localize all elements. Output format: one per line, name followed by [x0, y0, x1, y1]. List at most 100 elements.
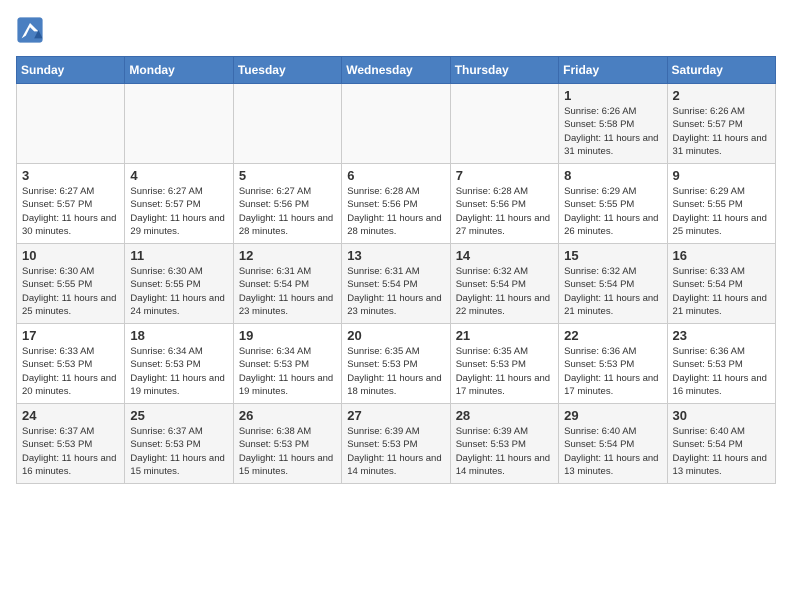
day-info: Sunrise: 6:34 AM Sunset: 5:53 PM Dayligh…	[130, 345, 227, 398]
day-info: Sunrise: 6:39 AM Sunset: 5:53 PM Dayligh…	[456, 425, 553, 478]
day-number: 8	[564, 168, 661, 183]
weekday-header: Saturday	[667, 57, 775, 84]
calendar-cell	[17, 84, 125, 164]
day-number: 1	[564, 88, 661, 103]
day-info: Sunrise: 6:30 AM Sunset: 5:55 PM Dayligh…	[130, 265, 227, 318]
calendar-cell: 22 Sunrise: 6:36 AM Sunset: 5:53 PM Dayli…	[559, 324, 667, 404]
weekday-header: Sunday	[17, 57, 125, 84]
day-number: 16	[673, 248, 770, 263]
calendar-cell: 14 Sunrise: 6:32 AM Sunset: 5:54 PM Dayli…	[450, 244, 558, 324]
day-number: 17	[22, 328, 119, 343]
day-info: Sunrise: 6:34 AM Sunset: 5:53 PM Dayligh…	[239, 345, 336, 398]
weekday-header: Thursday	[450, 57, 558, 84]
calendar-cell: 3 Sunrise: 6:27 AM Sunset: 5:57 PM Daylig…	[17, 164, 125, 244]
day-number: 4	[130, 168, 227, 183]
calendar-cell: 26Sunrise: 6:38 AM Sunset: 5:53 PM Dayli…	[233, 404, 341, 484]
calendar-cell: 25Sunrise: 6:37 AM Sunset: 5:53 PM Dayli…	[125, 404, 233, 484]
calendar-cell: 1 Sunrise: 6:26 AM Sunset: 5:58 PM Daylig…	[559, 84, 667, 164]
day-number: 18	[130, 328, 227, 343]
day-info: Sunrise: 6:30 AM Sunset: 5:55 PM Dayligh…	[22, 265, 119, 318]
day-number: 29	[564, 408, 661, 423]
calendar-cell: 24 Sunrise: 6:37 AM Sunset: 5:53 PM Dayli…	[17, 404, 125, 484]
day-info: Sunrise: 6:40 AM Sunset: 5:54 PM Dayligh…	[564, 425, 661, 478]
calendar-week-row: 3 Sunrise: 6:27 AM Sunset: 5:57 PM Daylig…	[17, 164, 776, 244]
weekday-header: Monday	[125, 57, 233, 84]
day-number: 12	[239, 248, 336, 263]
calendar-week-row: 1 Sunrise: 6:26 AM Sunset: 5:58 PM Daylig…	[17, 84, 776, 164]
day-info: Sunrise: 6:39 AM Sunset: 5:53 PM Dayligh…	[347, 425, 444, 478]
weekday-header: Wednesday	[342, 57, 450, 84]
logo-icon	[16, 16, 44, 44]
day-number: 30	[673, 408, 770, 423]
calendar-cell: 17 Sunrise: 6:33 AM Sunset: 5:53 PM Dayli…	[17, 324, 125, 404]
day-number: 22	[564, 328, 661, 343]
calendar-header: SundayMondayTuesdayWednesdayThursdayFrid…	[17, 57, 776, 84]
day-info: Sunrise: 6:35 AM Sunset: 5:53 PM Dayligh…	[456, 345, 553, 398]
weekday-header: Friday	[559, 57, 667, 84]
page-header	[16, 16, 776, 44]
calendar-cell: 23 Sunrise: 6:36 AM Sunset: 5:53 PM Dayli…	[667, 324, 775, 404]
calendar-cell: 30 Sunrise: 6:40 AM Sunset: 5:54 PM Dayli…	[667, 404, 775, 484]
day-number: 21	[456, 328, 553, 343]
day-info: Sunrise: 6:32 AM Sunset: 5:54 PM Dayligh…	[456, 265, 553, 318]
calendar-cell: 9 Sunrise: 6:29 AM Sunset: 5:55 PM Daylig…	[667, 164, 775, 244]
day-number: 10	[22, 248, 119, 263]
weekday-header: Tuesday	[233, 57, 341, 84]
day-info: Sunrise: 6:31 AM Sunset: 5:54 PM Dayligh…	[239, 265, 336, 318]
day-info: Sunrise: 6:26 AM Sunset: 5:57 PM Dayligh…	[673, 105, 770, 158]
day-info: Sunrise: 6:36 AM Sunset: 5:53 PM Dayligh…	[673, 345, 770, 398]
day-info: Sunrise: 6:27 AM Sunset: 5:56 PM Dayligh…	[239, 185, 336, 238]
day-info: Sunrise: 6:26 AM Sunset: 5:58 PM Dayligh…	[564, 105, 661, 158]
calendar-week-row: 17 Sunrise: 6:33 AM Sunset: 5:53 PM Dayli…	[17, 324, 776, 404]
day-info: Sunrise: 6:37 AM Sunset: 5:53 PM Dayligh…	[22, 425, 119, 478]
calendar-cell: 27 Sunrise: 6:39 AM Sunset: 5:53 PM Dayli…	[342, 404, 450, 484]
day-number: 6	[347, 168, 444, 183]
day-info: Sunrise: 6:33 AM Sunset: 5:53 PM Dayligh…	[22, 345, 119, 398]
day-info: Sunrise: 6:28 AM Sunset: 5:56 PM Dayligh…	[347, 185, 444, 238]
day-info: Sunrise: 6:31 AM Sunset: 5:54 PM Dayligh…	[347, 265, 444, 318]
day-info: Sunrise: 6:27 AM Sunset: 5:57 PM Dayligh…	[22, 185, 119, 238]
calendar-cell: 21 Sunrise: 6:35 AM Sunset: 5:53 PM Dayli…	[450, 324, 558, 404]
day-info: Sunrise: 6:28 AM Sunset: 5:56 PM Dayligh…	[456, 185, 553, 238]
calendar-cell: 29 Sunrise: 6:40 AM Sunset: 5:54 PM Dayli…	[559, 404, 667, 484]
calendar-cell: 4 Sunrise: 6:27 AM Sunset: 5:57 PM Daylig…	[125, 164, 233, 244]
calendar-cell: 18 Sunrise: 6:34 AM Sunset: 5:53 PM Dayli…	[125, 324, 233, 404]
day-info: Sunrise: 6:33 AM Sunset: 5:54 PM Dayligh…	[673, 265, 770, 318]
day-info: Sunrise: 6:27 AM Sunset: 5:57 PM Dayligh…	[130, 185, 227, 238]
day-number: 15	[564, 248, 661, 263]
day-number: 13	[347, 248, 444, 263]
calendar-body: 1 Sunrise: 6:26 AM Sunset: 5:58 PM Daylig…	[17, 84, 776, 484]
day-info: Sunrise: 6:32 AM Sunset: 5:54 PM Dayligh…	[564, 265, 661, 318]
day-number: 28	[456, 408, 553, 423]
calendar-week-row: 24 Sunrise: 6:37 AM Sunset: 5:53 PM Dayli…	[17, 404, 776, 484]
day-info: Sunrise: 6:35 AM Sunset: 5:53 PM Dayligh…	[347, 345, 444, 398]
calendar-cell: 10 Sunrise: 6:30 AM Sunset: 5:55 PM Dayli…	[17, 244, 125, 324]
calendar-cell: 11 Sunrise: 6:30 AM Sunset: 5:55 PM Dayli…	[125, 244, 233, 324]
day-info: Sunrise: 6:37 AM Sunset: 5:53 PM Dayligh…	[130, 425, 227, 478]
calendar-cell: 15 Sunrise: 6:32 AM Sunset: 5:54 PM Dayli…	[559, 244, 667, 324]
calendar-cell	[450, 84, 558, 164]
calendar-cell: 5Sunrise: 6:27 AM Sunset: 5:56 PM Daylig…	[233, 164, 341, 244]
calendar-cell	[342, 84, 450, 164]
calendar-cell: 13 Sunrise: 6:31 AM Sunset: 5:54 PM Dayli…	[342, 244, 450, 324]
day-number: 9	[673, 168, 770, 183]
calendar-cell: 2 Sunrise: 6:26 AM Sunset: 5:57 PM Daylig…	[667, 84, 775, 164]
day-info: Sunrise: 6:29 AM Sunset: 5:55 PM Dayligh…	[673, 185, 770, 238]
calendar-week-row: 10 Sunrise: 6:30 AM Sunset: 5:55 PM Dayli…	[17, 244, 776, 324]
calendar-cell	[125, 84, 233, 164]
calendar-cell: 6 Sunrise: 6:28 AM Sunset: 5:56 PM Daylig…	[342, 164, 450, 244]
day-number: 14	[456, 248, 553, 263]
day-number: 23	[673, 328, 770, 343]
day-number: 3	[22, 168, 119, 183]
day-number: 27	[347, 408, 444, 423]
day-info: Sunrise: 6:36 AM Sunset: 5:53 PM Dayligh…	[564, 345, 661, 398]
day-number: 24	[22, 408, 119, 423]
day-number: 7	[456, 168, 553, 183]
calendar-cell: 20Sunrise: 6:35 AM Sunset: 5:53 PM Dayli…	[342, 324, 450, 404]
day-number: 11	[130, 248, 227, 263]
calendar-cell: 12 Sunrise: 6:31 AM Sunset: 5:54 PM Dayli…	[233, 244, 341, 324]
day-info: Sunrise: 6:40 AM Sunset: 5:54 PM Dayligh…	[673, 425, 770, 478]
calendar-cell	[233, 84, 341, 164]
day-number: 19	[239, 328, 336, 343]
day-number: 2	[673, 88, 770, 103]
